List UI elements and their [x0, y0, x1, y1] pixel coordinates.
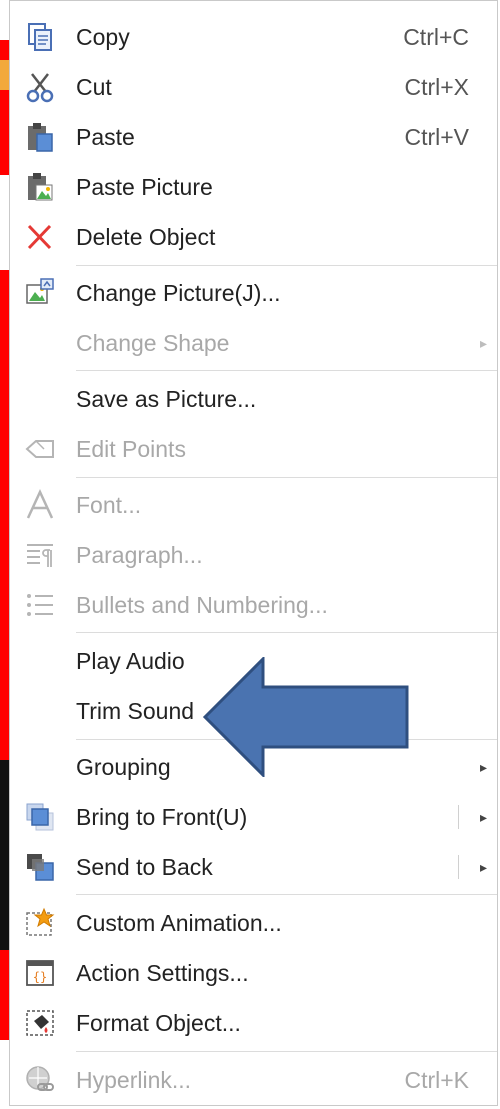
context-menu: Copy Ctrl+C Cut Ctrl+X Paste Ctrl+V Past… — [9, 0, 498, 1106]
menu-item-change-picture[interactable]: Change Picture(J)... — [10, 269, 497, 317]
split-divider — [458, 855, 459, 879]
shortcut-text: Ctrl+K — [404, 1067, 469, 1093]
menu-item-label: Paragraph... — [76, 542, 203, 568]
paste-picture-icon — [24, 171, 56, 203]
menu-separator — [76, 370, 497, 371]
menu-item-custom-animation[interactable]: Custom Animation... — [10, 899, 497, 947]
menu-separator — [76, 894, 497, 895]
menu-item-label: Font... — [76, 492, 142, 518]
submenu-arrow-icon[interactable]: ▸ — [480, 793, 487, 841]
menu-item-label: Change Shape — [76, 330, 230, 356]
menu-separator — [76, 1051, 497, 1052]
menu-item-label: Send to Back — [76, 854, 213, 880]
menu-item-label: Play Audio — [76, 648, 185, 674]
change-picture-icon — [24, 277, 56, 309]
menu-item-paste[interactable]: Paste Ctrl+V — [10, 113, 497, 161]
slide-background-strip — [0, 0, 9, 1109]
menu-item-hyperlink[interactable]: Hyperlink... Ctrl+K — [10, 1056, 497, 1104]
custom-animation-icon — [24, 907, 56, 939]
action-settings-icon: {} — [24, 957, 56, 989]
menu-item-label: Copy — [76, 24, 130, 50]
send-to-back-icon — [24, 851, 56, 883]
split-divider — [458, 805, 459, 829]
menu-item-label: Delete Object — [76, 224, 216, 250]
menu-item-label: Bullets and Numbering... — [76, 592, 328, 618]
menu-item-paragraph[interactable]: Paragraph... — [10, 531, 497, 579]
menu-item-paste-picture[interactable]: Paste Picture — [10, 163, 497, 211]
menu-item-bring-to-front[interactable]: Bring to Front(U) ▸ — [10, 793, 497, 841]
format-object-icon — [24, 1007, 56, 1039]
menu-item-bullets-and-numbering[interactable]: Bullets and Numbering... — [10, 581, 497, 629]
shortcut-text: Ctrl+X — [404, 74, 469, 100]
menu-item-action-settings[interactable]: {} Action Settings... — [10, 949, 497, 997]
menu-item-change-shape[interactable]: Change Shape ▸ — [10, 319, 497, 367]
bullets-icon — [24, 589, 56, 621]
bring-to-front-icon — [24, 801, 56, 833]
submenu-arrow-icon: ▸ — [479, 335, 487, 351]
menu-item-label: Hyperlink... — [76, 1067, 192, 1093]
menu-item-copy[interactable]: Copy Ctrl+C — [10, 13, 497, 61]
menu-item-label: Format Object... — [76, 1010, 241, 1036]
menu-item-format-object[interactable]: Format Object... — [10, 999, 497, 1047]
copy-icon — [24, 21, 56, 53]
left-arrow-icon — [202, 655, 409, 779]
scissors-icon — [24, 71, 56, 103]
menu-item-label: Trim Sound — [76, 698, 195, 724]
submenu-arrow-icon[interactable]: ▸ — [480, 843, 487, 891]
shortcut-text: Ctrl+C — [403, 24, 469, 50]
menu-item-label: Action Settings... — [76, 960, 249, 986]
menu-separator — [76, 477, 497, 478]
menu-separator — [76, 632, 497, 633]
shortcut-text: Ctrl+V — [404, 124, 469, 150]
paste-icon — [24, 121, 56, 153]
delete-x-icon — [24, 221, 56, 253]
menu-item-cut[interactable]: Cut Ctrl+X — [10, 63, 497, 111]
menu-item-label: Paste Picture — [76, 174, 213, 200]
menu-separator — [76, 265, 497, 266]
menu-item-label: Custom Animation... — [76, 910, 282, 936]
menu-item-label: Paste — [76, 124, 135, 150]
edit-points-icon — [24, 433, 56, 465]
annotation-arrow — [200, 655, 410, 779]
paragraph-icon — [24, 539, 56, 571]
menu-item-label: Save as Picture... — [76, 386, 257, 412]
menu-item-label: Edit Points — [76, 436, 186, 462]
menu-item-label: Grouping — [76, 754, 171, 780]
menu-item-label: Bring to Front(U) — [76, 804, 248, 830]
hyperlink-icon — [24, 1064, 56, 1096]
menu-item-label: Cut — [76, 74, 112, 100]
menu-item-font[interactable]: Font... — [10, 481, 497, 529]
menu-item-edit-points[interactable]: Edit Points — [10, 425, 497, 473]
font-icon — [24, 489, 56, 521]
svg-text:{}: {} — [33, 970, 47, 984]
submenu-arrow-icon: ▸ — [479, 759, 487, 775]
menu-item-delete-object[interactable]: Delete Object — [10, 213, 497, 261]
menu-item-label: Change Picture(J)... — [76, 280, 281, 306]
menu-item-save-as-picture[interactable]: Save as Picture... — [10, 375, 497, 423]
menu-item-send-to-back[interactable]: Send to Back ▸ — [10, 843, 497, 891]
